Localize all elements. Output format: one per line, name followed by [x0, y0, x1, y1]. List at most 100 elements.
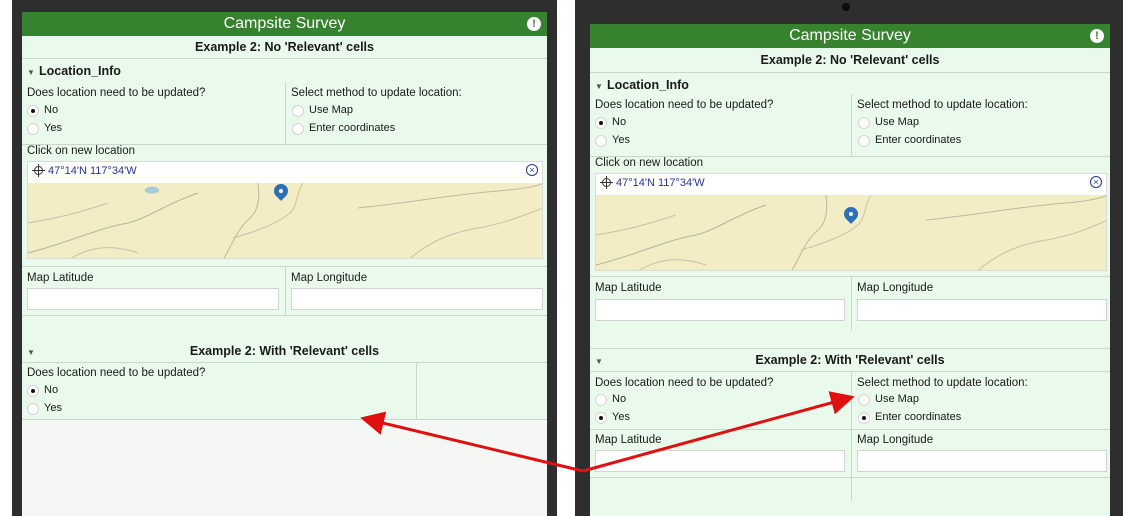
radio-enter-coordinates[interactable] [292, 123, 304, 135]
map-longitude-label: Map Longitude [857, 434, 934, 446]
column-divider [851, 371, 852, 501]
method-question: Select method to update location: [857, 99, 1028, 111]
map-longitude-label: Map Longitude [857, 282, 934, 294]
section-no-relevant: Example 2: No 'Relevant' cells ▼ Locatio… [590, 48, 1110, 350]
crosshair-icon[interactable] [32, 164, 45, 177]
map-latitude-input[interactable] [27, 288, 279, 310]
map-pin-dot [849, 212, 853, 216]
map-pin-dot [279, 189, 283, 193]
map-longitude-label: Map Longitude [291, 272, 368, 284]
column-divider [285, 266, 286, 316]
radio-yes[interactable] [595, 412, 607, 424]
map-latitude-input[interactable] [595, 299, 845, 321]
radio-no-label[interactable]: No [612, 393, 626, 405]
app-title: Campsite Survey [223, 15, 346, 32]
radio-yes-label[interactable]: Yes [612, 411, 630, 423]
camera-dot [842, 3, 850, 11]
radio-no-label[interactable]: No [44, 384, 58, 396]
radio-no[interactable] [595, 117, 607, 129]
section-no-relevant: Example 2: No 'Relevant' cells ▼ Locatio… [22, 36, 547, 340]
click-location-label: Click on new location [595, 157, 704, 169]
radio-no-label[interactable]: No [612, 116, 626, 128]
map-image[interactable] [28, 181, 542, 258]
map-longitude-input[interactable] [291, 288, 543, 310]
alert-icon[interactable]: ! [527, 17, 541, 31]
map-widget[interactable]: 47°14'N 117°34'W × [595, 173, 1107, 271]
radio-enter-coordinates-label[interactable]: Enter coordinates [309, 122, 395, 134]
divider [590, 72, 1110, 73]
title-bar: Campsite Survey ! [590, 24, 1110, 48]
radio-use-map[interactable] [858, 394, 870, 406]
app-title: Campsite Survey [789, 27, 911, 44]
coords-text: 47°14'N 117°34'W [48, 165, 137, 177]
radio-enter-coordinates[interactable] [858, 412, 870, 424]
radio-yes[interactable] [595, 135, 607, 147]
map-latitude-input[interactable] [595, 450, 845, 472]
column-divider [416, 362, 417, 420]
radio-no[interactable] [595, 394, 607, 406]
radio-enter-coordinates[interactable] [858, 135, 870, 147]
radio-yes[interactable] [27, 403, 39, 415]
crosshair-icon[interactable] [600, 176, 613, 189]
coords-bar: 47°14'N 117°34'W × [596, 174, 1106, 194]
left-screen: Campsite Survey ! Example 2: No 'Relevan… [22, 12, 547, 516]
column-divider [851, 94, 852, 156]
section-with-relevant: ▼ Example 2: With 'Relevant' cells Does … [22, 340, 547, 420]
divider [22, 315, 547, 316]
radio-no-label[interactable]: No [44, 104, 58, 116]
collapse-triangle-icon[interactable]: ▼ [595, 82, 603, 91]
divider [590, 477, 1110, 478]
group-title[interactable]: Location_Info [39, 64, 121, 78]
map-longitude-input[interactable] [857, 450, 1107, 472]
method-question: Select method to update location: [857, 377, 1028, 389]
divider [22, 419, 547, 420]
coords-text: 47°14'N 117°34'W [616, 177, 705, 189]
map-image[interactable] [596, 195, 1106, 270]
radio-use-map[interactable] [858, 117, 870, 129]
column-divider [285, 82, 286, 144]
map-latitude-label: Map Latitude [595, 434, 662, 446]
section-header: Example 2: With 'Relevant' cells [755, 353, 945, 367]
update-question: Does location need to be updated? [595, 377, 774, 389]
radio-yes-label[interactable]: Yes [612, 134, 630, 146]
divider [590, 429, 1110, 430]
update-question: Does location need to be updated? [595, 99, 774, 111]
radio-use-map-label[interactable]: Use Map [309, 104, 353, 116]
divider [22, 362, 547, 363]
radio-no[interactable] [27, 105, 39, 117]
section-header: Example 2: With 'Relevant' cells [189, 344, 380, 358]
map-widget[interactable]: 47°14'N 117°34'W × [27, 161, 543, 259]
radio-no[interactable] [27, 385, 39, 397]
coords-bar: 47°14'N 117°34'W × [28, 162, 542, 182]
radio-yes-label[interactable]: Yes [44, 402, 62, 414]
map-longitude-input[interactable] [857, 299, 1107, 321]
radio-use-map-label[interactable]: Use Map [875, 393, 919, 405]
radio-enter-coordinates-label[interactable]: Enter coordinates [875, 411, 961, 423]
radio-yes[interactable] [27, 123, 39, 135]
section-with-relevant: ▼ Example 2: With 'Relevant' cells Does … [590, 350, 1110, 516]
right-screen: Campsite Survey ! Example 2: No 'Relevan… [590, 24, 1110, 516]
divider [590, 276, 1110, 277]
divider [590, 348, 1110, 349]
method-question: Select method to update location: [291, 87, 462, 99]
column-divider [851, 276, 852, 331]
collapse-triangle-icon[interactable]: ▼ [27, 68, 35, 77]
update-question: Does location need to be updated? [27, 367, 206, 379]
click-location-label: Click on new location [27, 145, 136, 157]
title-bar: Campsite Survey ! [22, 12, 547, 36]
clear-icon[interactable]: × [526, 164, 538, 176]
divider [590, 371, 1110, 372]
alert-icon[interactable]: ! [1090, 29, 1104, 43]
divider [22, 58, 547, 59]
update-question: Does location need to be updated? [27, 87, 206, 99]
section-header: Example 2: No 'Relevant' cells [760, 53, 940, 67]
radio-use-map-label[interactable]: Use Map [875, 116, 919, 128]
clear-icon[interactable]: × [1090, 176, 1102, 188]
section-header: Example 2: No 'Relevant' cells [195, 40, 374, 54]
group-title[interactable]: Location_Info [607, 78, 689, 92]
radio-yes-label[interactable]: Yes [44, 122, 62, 134]
radio-use-map[interactable] [292, 105, 304, 117]
map-latitude-label: Map Latitude [27, 272, 94, 284]
radio-enter-coordinates-label[interactable]: Enter coordinates [875, 134, 961, 146]
map-latitude-label: Map Latitude [595, 282, 662, 294]
